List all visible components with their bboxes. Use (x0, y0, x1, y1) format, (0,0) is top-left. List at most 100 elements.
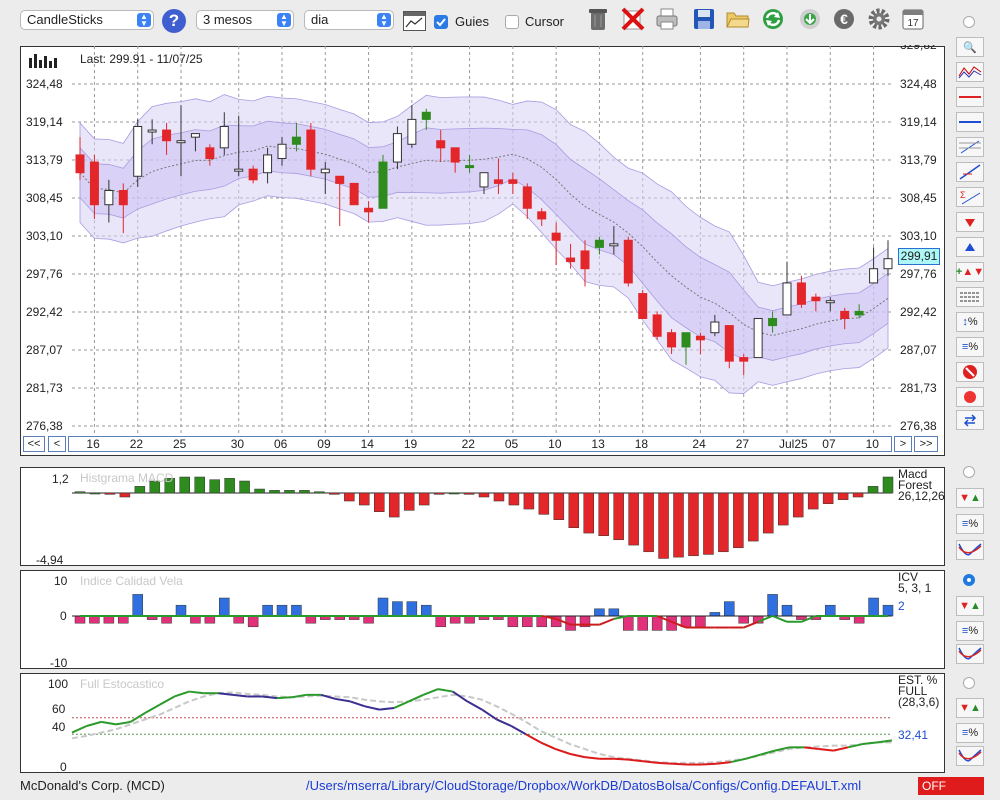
stoch-signals-icon[interactable]: ▼ ▲ (956, 698, 984, 718)
macd-bar (613, 492, 624, 541)
trash-icon[interactable] (585, 6, 611, 32)
delete-icon[interactable] (620, 6, 646, 32)
stoch-k-line (510, 725, 527, 736)
nav-first-button[interactable]: << (23, 436, 45, 452)
cursor-checkbox[interactable] (505, 15, 519, 29)
y-tick-label: 276,38 (26, 419, 63, 433)
stoch-curve-icon[interactable] (956, 746, 984, 766)
stoch-k-line (232, 693, 248, 698)
add-signals-icon[interactable]: + ▲▼ (956, 262, 984, 282)
swap-icon[interactable] (956, 410, 984, 430)
candle-body (263, 154, 273, 174)
off-indicator[interactable]: OFF (918, 777, 984, 795)
channel-icon[interactable]: Σ (956, 187, 984, 207)
download-icon[interactable] (797, 6, 823, 32)
candle[interactable] (638, 290, 648, 319)
x-tick-label: 14 (360, 437, 374, 451)
radio-main-chart[interactable] (963, 16, 975, 28)
chart-window-icon[interactable] (403, 11, 426, 31)
help-icon[interactable]: ? (162, 9, 186, 33)
horizontal-blue-line-icon[interactable] (956, 112, 984, 132)
calendar-icon[interactable]: 17 (900, 6, 926, 32)
date-scrollbar[interactable] (68, 436, 892, 452)
icv-bar (853, 615, 865, 624)
x-tick-label: 22 (461, 437, 475, 451)
radio-icv[interactable] (963, 574, 975, 586)
macd-signals-icon[interactable]: ▼ ▲ (956, 488, 984, 508)
fibonacci-icon[interactable] (956, 137, 984, 157)
refresh-icon[interactable] (760, 6, 786, 32)
candle[interactable] (349, 182, 359, 206)
radio-macd[interactable] (963, 466, 975, 478)
interval-select[interactable]: dia ▲ ▼ (304, 10, 394, 30)
candle[interactable] (306, 122, 316, 177)
stoch-scale-icon[interactable]: ≡% (956, 723, 984, 743)
euro-icon[interactable]: € (831, 6, 857, 32)
folder-icon[interactable] (725, 6, 751, 32)
gear-icon[interactable] (866, 6, 892, 32)
candle[interactable] (782, 261, 792, 316)
stoch-k-line (437, 688, 453, 693)
stop-icon[interactable] (956, 362, 984, 382)
svg-text:Σ: Σ (960, 190, 966, 200)
chevron-updown-icon: ▲ ▼ (277, 13, 291, 28)
y-tick-label: 281,73 (26, 380, 63, 395)
percent-scale-icon[interactable]: ↕% (956, 312, 984, 332)
macd-bar (553, 492, 565, 520)
macd-bar (134, 486, 146, 494)
horizontal-red-line-icon[interactable] (956, 87, 984, 107)
save-icon[interactable] (691, 6, 717, 32)
stoch-k-line (115, 720, 131, 726)
trendline-icon[interactable] (956, 162, 984, 182)
candle[interactable] (623, 236, 633, 287)
macd-bar (568, 492, 580, 528)
period-select[interactable]: 3 mesos ▲ ▼ (196, 10, 294, 30)
lines-percent-icon[interactable]: ≡% (956, 337, 984, 357)
macd-bar (807, 492, 819, 510)
candle[interactable] (753, 317, 763, 359)
stoch-k-line (613, 757, 629, 761)
candle-body (638, 293, 648, 319)
candle[interactable] (378, 154, 388, 209)
macd-bar (673, 492, 684, 558)
candle-body (89, 161, 99, 206)
icv-bar (767, 594, 778, 617)
config-path-link[interactable]: /Users/mserra/Library/CloudStorage/Dropb… (306, 778, 861, 793)
candle-body (118, 189, 128, 206)
cursor-label: Cursor (525, 14, 565, 29)
candle[interactable] (652, 311, 662, 340)
x-tick-label: 22 (129, 437, 144, 451)
list-lines-icon[interactable] (956, 287, 984, 307)
nav-last-button[interactable]: >> (914, 436, 938, 452)
candle-body (364, 207, 374, 213)
icv-bar (709, 612, 721, 617)
down-arrow-icon[interactable] (956, 212, 984, 232)
icv-signals-icon[interactable]: ▼ ▲ (956, 596, 984, 616)
icv-curve-icon[interactable] (956, 644, 984, 664)
icv-bar (392, 601, 403, 617)
nav-prev-button[interactable]: < (48, 436, 66, 452)
zoom-icon[interactable]: 🔍 (956, 37, 984, 57)
price-chart[interactable] (20, 46, 945, 456)
guides-checkbox[interactable] (434, 15, 448, 29)
record-icon[interactable] (956, 387, 984, 407)
radio-stoch[interactable] (963, 677, 975, 689)
x-tick-label: 27 (735, 437, 750, 451)
macd-curve-icon[interactable] (956, 540, 984, 560)
x-tick-label: Jul25 (779, 437, 808, 451)
bands-tool-icon[interactable] (956, 62, 984, 82)
print-icon[interactable] (654, 6, 680, 32)
nav-next-button[interactable]: > (894, 436, 912, 452)
y-tick-label: 308,45 (900, 190, 937, 205)
macd-bar (463, 492, 475, 495)
up-arrow-icon[interactable] (956, 237, 984, 257)
icv-scale-icon[interactable]: ≡% (956, 621, 984, 641)
icv-bar (695, 615, 706, 628)
last-value-marker: 299,91 (898, 248, 940, 265)
chart-type-select[interactable]: CandleSticks ▲ ▼ (20, 10, 154, 30)
candle-body (392, 133, 402, 163)
stoch-k-line (86, 720, 102, 727)
macd-scale-icon[interactable]: ≡% (956, 514, 984, 534)
macd-bar (748, 492, 759, 542)
candle-body (349, 182, 359, 206)
